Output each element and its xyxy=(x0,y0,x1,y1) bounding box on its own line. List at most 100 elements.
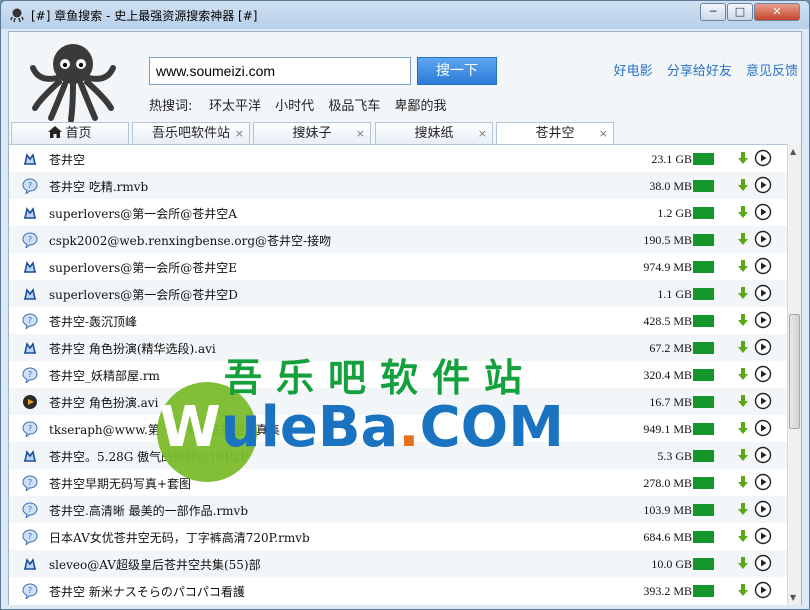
hot-search-label: 热搜词: xyxy=(149,99,193,114)
title-bar[interactable]: [#] 章鱼搜索 - 史上最强资源搜索神器 [#] ─ □ ✕ xyxy=(1,1,809,29)
result-row[interactable]: ? 日本AV女优苍井空无码，丁字裤高清720P.rmvb 684.6 MB xyxy=(9,523,787,550)
close-button[interactable]: ✕ xyxy=(754,3,800,21)
result-row[interactable]: superlovers@第一会所@苍井空E 974.9 MB xyxy=(9,253,787,280)
download-arrow-icon[interactable] xyxy=(736,448,750,462)
download-arrow-icon[interactable] xyxy=(736,151,750,165)
result-row[interactable]: ? 苍井空 新米ナスそらのパコパコ看護 393.2 MB xyxy=(9,577,787,604)
download-arrow-icon[interactable] xyxy=(736,259,750,273)
minimize-button[interactable]: ─ xyxy=(700,3,726,21)
play-circle-icon[interactable] xyxy=(754,284,772,302)
download-arrow-icon[interactable] xyxy=(736,583,750,597)
download-arrow-icon[interactable] xyxy=(736,205,750,219)
vertical-scrollbar[interactable]: ▲ ▼ xyxy=(787,144,801,605)
result-name[interactable]: 苍井空 xyxy=(49,151,85,168)
result-row[interactable]: ? 苍井空早期无码写真+套图 278.0 MB xyxy=(9,469,787,496)
media-player-icon xyxy=(22,394,38,410)
result-name[interactable]: 苍井空.高清晰 最美的一部作品.rmvb xyxy=(49,502,248,519)
tab-close-icon[interactable]: × xyxy=(356,123,365,144)
tab-soumeizi[interactable]: 搜妹子 × xyxy=(253,122,371,144)
tab-cangjingkong[interactable]: 苍井空 × xyxy=(496,122,614,144)
hot-search-item[interactable]: 卑鄙的我 xyxy=(394,99,446,114)
scroll-thumb[interactable] xyxy=(789,314,800,429)
result-name[interactable]: 日本AV女优苍井空无码，丁字裤高清720P.rmvb xyxy=(49,529,310,546)
play-circle-icon[interactable] xyxy=(754,149,772,167)
result-name[interactable]: cspk2002@web.renxingbense.org@苍井空-接吻 xyxy=(49,232,331,249)
download-arrow-icon[interactable] xyxy=(736,286,750,300)
play-circle-icon[interactable] xyxy=(754,527,772,545)
search-button[interactable]: 搜一下 xyxy=(417,57,497,85)
result-row[interactable]: 苍井空 角色扮演(精华选段).avi 67.2 MB xyxy=(9,334,787,361)
result-name[interactable]: superlovers@第一会所@苍井空A xyxy=(49,205,237,222)
share-link[interactable]: 分享给好友 xyxy=(667,64,732,79)
play-circle-icon[interactable] xyxy=(754,419,772,437)
tab-soumeizhi[interactable]: 搜妹纸 × xyxy=(375,122,493,144)
play-circle-icon[interactable] xyxy=(754,311,772,329)
play-circle-icon[interactable] xyxy=(754,176,772,194)
download-arrow-icon[interactable] xyxy=(736,556,750,570)
result-row[interactable]: ? tkseraph@www.第一会所@苍井空写真集 949.1 MB xyxy=(9,415,787,442)
result-row[interactable]: ? 苍井空-轰沉顶峰 428.5 MB xyxy=(9,307,787,334)
result-row[interactable]: ? cspk2002@web.renxingbense.org@苍井空-接吻 190… xyxy=(9,226,787,253)
result-name[interactable]: superlovers@第一会所@苍井空E xyxy=(49,259,237,276)
tab-close-icon[interactable]: × xyxy=(235,123,244,144)
download-arrow-icon[interactable] xyxy=(736,421,750,435)
result-name[interactable]: 苍井空早期无码写真+套图 xyxy=(49,475,191,492)
play-circle-icon[interactable] xyxy=(754,473,772,491)
tab-close-icon[interactable]: × xyxy=(599,123,608,144)
download-arrow-icon[interactable] xyxy=(736,529,750,543)
availability-bar xyxy=(693,477,714,489)
download-arrow-icon[interactable] xyxy=(736,475,750,489)
play-circle-icon[interactable] xyxy=(754,500,772,518)
download-arrow-icon[interactable] xyxy=(736,178,750,192)
hot-search-item[interactable]: 极品飞车 xyxy=(328,99,380,114)
scroll-down-arrow-icon[interactable]: ▼ xyxy=(790,593,796,602)
result-row[interactable]: ? 苍井空_妖精部屋.rm 320.4 MB xyxy=(9,361,787,388)
result-name[interactable]: 苍井空_妖精部屋.rm xyxy=(49,367,160,384)
result-name[interactable]: 苍井空-轰沉顶峰 xyxy=(49,313,137,330)
play-circle-icon[interactable] xyxy=(754,581,772,599)
play-circle-icon[interactable] xyxy=(754,230,772,248)
search-input[interactable] xyxy=(149,57,411,85)
result-name[interactable]: 苍井空 角色扮演(精华选段).avi xyxy=(49,340,216,357)
maximize-button[interactable]: □ xyxy=(727,3,753,21)
good-movies-link[interactable]: 好电影 xyxy=(614,64,653,79)
tab-home[interactable]: 首页 xyxy=(11,122,129,144)
scroll-up-arrow-icon[interactable]: ▲ xyxy=(790,147,796,156)
hot-search-item[interactable]: 小时代 xyxy=(275,99,314,114)
result-name[interactable]: 苍井空 新米ナスそらのパコパコ看護 xyxy=(49,583,245,600)
play-circle-icon[interactable] xyxy=(754,257,772,275)
result-row[interactable]: superlovers@第一会所@苍井空D 1.1 GB xyxy=(9,280,787,307)
play-circle-icon[interactable] xyxy=(754,554,772,572)
tab-close-icon[interactable]: × xyxy=(478,123,487,144)
download-arrow-icon[interactable] xyxy=(736,313,750,327)
result-name[interactable]: 苍井空。5.28G 傲气的钟钟@18P2P xyxy=(49,448,248,465)
play-circle-icon[interactable] xyxy=(754,392,772,410)
hot-search-item[interactable]: 环太平洋 xyxy=(209,99,261,114)
result-row[interactable]: ? 苍井空.高清晰 最美的一部作品.rmvb 103.9 MB xyxy=(9,496,787,523)
result-name[interactable]: 苍井空 角色扮演.avi xyxy=(49,394,158,411)
download-arrow-icon[interactable] xyxy=(736,232,750,246)
download-arrow-icon[interactable] xyxy=(736,394,750,408)
result-row[interactable]: 苍井空 23.1 GB xyxy=(9,145,787,172)
result-name[interactable]: superlovers@第一会所@苍井空D xyxy=(49,286,238,303)
result-name[interactable]: tkseraph@www.第一会所@苍井空写真集 xyxy=(49,421,280,438)
top-links: 好电影 分享给好友 意见反馈 xyxy=(604,60,798,79)
play-circle-icon[interactable] xyxy=(754,203,772,221)
result-row[interactable]: ? 苍井空 吃精.rmvb 38.0 MB xyxy=(9,172,787,199)
result-row[interactable]: 苍井空。5.28G 傲气的钟钟@18P2P 5.3 GB xyxy=(9,442,787,469)
result-row[interactable]: superlovers@第一会所@苍井空A 1.2 GB xyxy=(9,199,787,226)
availability-bar xyxy=(693,423,714,435)
result-name[interactable]: 苍井空 吃精.rmvb xyxy=(49,178,148,195)
result-row[interactable]: 苍井空 角色扮演.avi 16.7 MB xyxy=(9,388,787,415)
download-arrow-icon[interactable] xyxy=(736,367,750,381)
result-size: 23.1 GB xyxy=(651,152,692,166)
download-arrow-icon[interactable] xyxy=(736,502,750,516)
download-arrow-icon[interactable] xyxy=(736,340,750,354)
play-circle-icon[interactable] xyxy=(754,338,772,356)
result-name[interactable]: sleveo@AV超级皇后苍井空共集(55)部 xyxy=(49,556,261,573)
feedback-link[interactable]: 意见反馈 xyxy=(746,64,798,79)
tab-wuleba[interactable]: 吾乐吧软件站 × xyxy=(132,122,250,144)
play-circle-icon[interactable] xyxy=(754,365,772,383)
result-row[interactable]: sleveo@AV超级皇后苍井空共集(55)部 10.0 GB xyxy=(9,550,787,577)
play-circle-icon[interactable] xyxy=(754,446,772,464)
